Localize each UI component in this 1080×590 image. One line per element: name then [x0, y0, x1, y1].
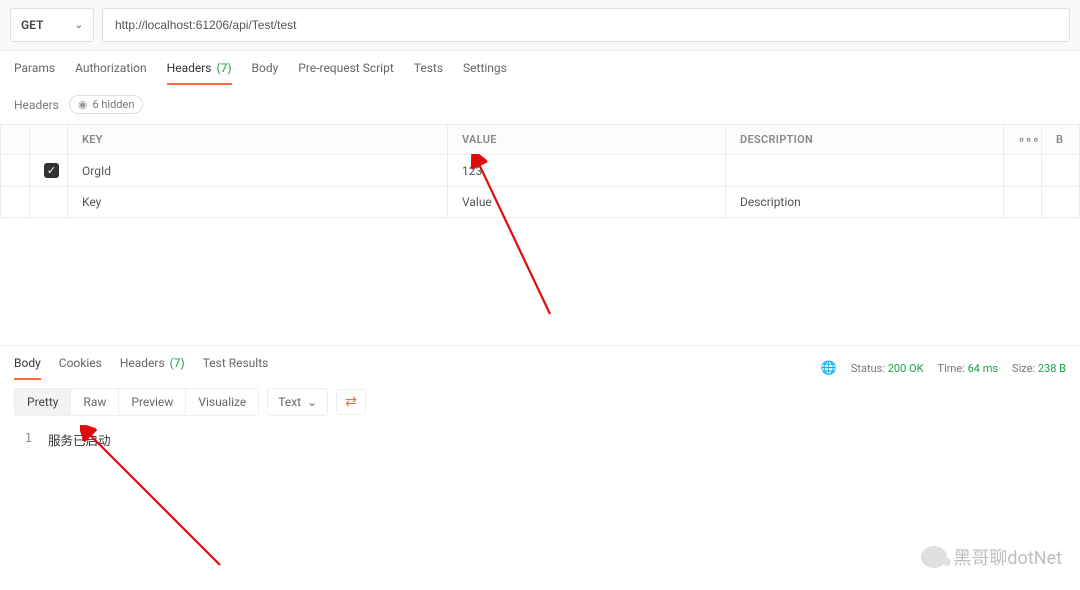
- headers-title: Headers: [14, 98, 59, 112]
- size-group: Size: 238 B: [1012, 362, 1066, 375]
- wrap-lines-icon: ⇄: [345, 394, 357, 410]
- http-method-value: GET: [21, 18, 43, 32]
- time-value: 64 ms: [968, 362, 998, 375]
- check-icon: ✓: [44, 163, 59, 178]
- tab-headers-count: (7): [216, 61, 231, 75]
- resp-tab-headers[interactable]: Headers (7): [120, 356, 185, 380]
- col-key: KEY: [68, 125, 448, 155]
- wrap-lines-button[interactable]: ⇄: [336, 389, 366, 415]
- globe-icon[interactable]: 🌐: [821, 361, 837, 376]
- placeholder-key[interactable]: Key: [68, 187, 448, 218]
- line-text: 服务已启动: [48, 430, 111, 449]
- headers-table: KEY VALUE DESCRIPTION ∘∘∘ B ✓ OrgId 123 …: [0, 124, 1080, 218]
- col-more[interactable]: ∘∘∘: [1004, 125, 1042, 155]
- watermark-text: 黑哥聊dotNet: [953, 544, 1062, 570]
- request-tabs: Params Authorization Headers (7) Body Pr…: [0, 51, 1080, 85]
- request-url-input[interactable]: [102, 8, 1070, 42]
- status-value: 200 OK: [888, 362, 924, 375]
- row-enabled-checkbox[interactable]: [30, 187, 68, 218]
- eye-icon: ◉: [78, 98, 88, 111]
- tab-tests[interactable]: Tests: [414, 61, 443, 85]
- col-enabled: [30, 125, 68, 155]
- response-tabs: Body Cookies Headers (7) Test Results: [14, 356, 268, 380]
- placeholder-value[interactable]: Value: [448, 187, 726, 218]
- tab-params[interactable]: Params: [14, 61, 55, 85]
- row-handle[interactable]: [1, 155, 30, 187]
- row-key[interactable]: OrgId: [68, 155, 448, 187]
- response-format-value: Text: [278, 395, 301, 409]
- line-number: 1: [14, 430, 32, 449]
- resp-tab-headers-count: (7): [170, 356, 185, 370]
- row-bulk: [1042, 155, 1080, 187]
- col-handle: [1, 125, 30, 155]
- view-preview[interactable]: Preview: [119, 388, 186, 416]
- size-value: 238 B: [1038, 362, 1066, 375]
- resp-tab-cookies[interactable]: Cookies: [59, 356, 102, 380]
- tab-headers[interactable]: Headers (7): [167, 61, 232, 85]
- hidden-headers-pill[interactable]: ◉ 6 hidden: [69, 95, 144, 114]
- response-view-tabs: Pretty Raw Preview Visualize: [14, 388, 259, 416]
- row-handle[interactable]: [1, 187, 30, 218]
- speech-bubble-icon: [921, 546, 947, 568]
- headers-subheader: Headers ◉ 6 hidden: [0, 85, 1080, 124]
- response-controls: Pretty Raw Preview Visualize Text ⌄ ⇄: [0, 380, 1080, 424]
- response-topbar: Body Cookies Headers (7) Test Results 🌐 …: [0, 346, 1080, 380]
- tab-body[interactable]: Body: [252, 61, 279, 85]
- request-bar: GET ⌄: [0, 0, 1080, 51]
- row-more: [1004, 155, 1042, 187]
- tab-prerequest[interactable]: Pre-request Script: [298, 61, 393, 85]
- http-method-select[interactable]: GET ⌄: [10, 8, 94, 42]
- col-description: DESCRIPTION: [726, 125, 1004, 155]
- table-row: ✓ OrgId 123: [1, 155, 1080, 187]
- response-panel: Body Cookies Headers (7) Test Results 🌐 …: [0, 345, 1080, 590]
- table-row-placeholder: Key Value Description: [1, 187, 1080, 218]
- col-value: VALUE: [448, 125, 726, 155]
- time-group: Time: 64 ms: [938, 362, 999, 375]
- col-bulk[interactable]: B: [1042, 125, 1080, 155]
- placeholder-description[interactable]: Description: [726, 187, 1004, 218]
- chevron-down-icon: ⌄: [75, 20, 83, 31]
- response-meta: 🌐 Status: 200 OK Time: 64 ms Size: 238 B: [821, 361, 1066, 376]
- resp-tab-headers-label: Headers: [120, 356, 165, 370]
- view-pretty[interactable]: Pretty: [14, 388, 71, 416]
- resp-tab-body[interactable]: Body: [14, 356, 41, 380]
- watermark: 黑哥聊dotNet: [921, 544, 1062, 570]
- response-format-select[interactable]: Text ⌄: [267, 388, 328, 416]
- time-label: Time:: [938, 362, 965, 375]
- row-enabled-checkbox[interactable]: ✓: [30, 155, 68, 187]
- tab-settings[interactable]: Settings: [463, 61, 507, 85]
- chevron-down-icon: ⌄: [307, 395, 317, 409]
- resp-tab-test-results[interactable]: Test Results: [203, 356, 269, 380]
- tab-authorization[interactable]: Authorization: [75, 61, 147, 85]
- tab-headers-label: Headers: [167, 61, 212, 75]
- view-raw[interactable]: Raw: [71, 388, 119, 416]
- size-label: Size:: [1012, 362, 1035, 375]
- view-visualize[interactable]: Visualize: [186, 388, 259, 416]
- status-label: Status:: [851, 362, 885, 375]
- row-value[interactable]: 123: [448, 155, 726, 187]
- status-group: Status: 200 OK: [851, 362, 924, 375]
- row-description[interactable]: [726, 155, 1004, 187]
- hidden-headers-label: 6 hidden: [92, 98, 134, 111]
- response-body: 1 服务已启动: [0, 424, 1080, 455]
